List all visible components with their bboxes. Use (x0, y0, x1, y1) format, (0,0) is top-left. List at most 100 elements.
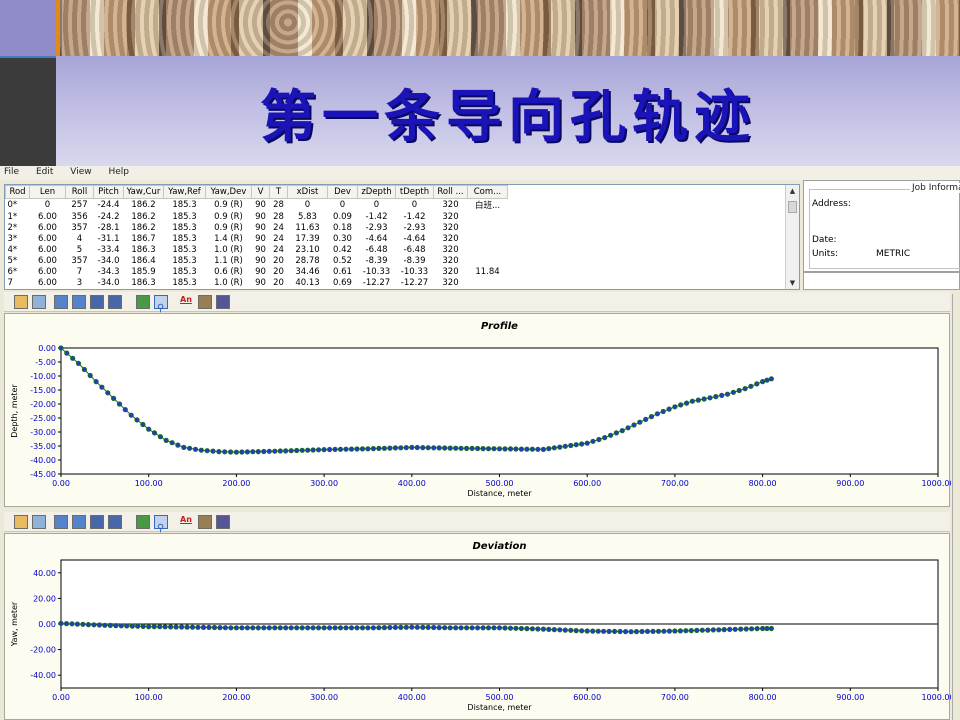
data-point (716, 627, 722, 633)
grid-scrollbar[interactable]: ▲ ▼ (785, 185, 799, 289)
data-point (187, 445, 193, 451)
table-row[interactable]: 6* 6.00 7 -34.3 185.9 185.3 0.6 (R) 90 20 34.46 0.… (6, 266, 508, 277)
data-point (217, 625, 223, 631)
scroll-thumb[interactable] (788, 201, 797, 213)
deviation-chart[interactable]: Deviation 40.00 20.00 0.00 -20.00 -40.00 0.00 1… (5, 534, 951, 720)
folder-open-icon[interactable] (14, 295, 28, 309)
data-point (398, 624, 404, 631)
grid-header-cell[interactable]: Com... (467, 185, 508, 199)
hammer-icon[interactable] (198, 515, 212, 529)
data-point (179, 624, 185, 630)
deviation-toolbar: ⚲ An (4, 512, 950, 534)
zoom-icon[interactable]: ⚲ (154, 515, 168, 534)
data-point (392, 624, 398, 631)
grid-view-icon[interactable] (54, 295, 68, 309)
grid-header-cell[interactable]: xDist (287, 185, 328, 199)
rod-data-grid[interactable]: Rod Len Roll Pitch Yaw,Cur Yaw,Ref Yaw,Dev V TxD… (4, 184, 800, 290)
table-row[interactable]: 1* 6.00 356 -24.2 186.2 185.3 0.9 (R) 90 28 5.83 0… (6, 211, 508, 222)
data-point (392, 445, 398, 451)
grid-cell: 0* (7, 200, 18, 210)
grid-cell: 90 (255, 277, 266, 288)
grid-header-cell[interactable]: Pitch (93, 185, 124, 199)
export-icon[interactable] (136, 515, 150, 529)
profile-chart[interactable]: Profile 0.00 -5.00 -10.00 -15.00 -20.00 -25.00… (5, 314, 951, 508)
grid-cell: 34.46 (295, 266, 320, 277)
grid-view2-icon[interactable] (72, 295, 86, 309)
data-point (672, 628, 678, 634)
grid-header-cell[interactable]: Roll (65, 185, 94, 199)
grid-header-cell[interactable]: Yaw,Dev (205, 185, 252, 199)
data-point (507, 446, 514, 452)
table-row[interactable]: 7 6.00 3 -34.0 186.3 185.3 1.0 (R) 90 20 40.13 0.6… (6, 277, 508, 288)
menu-edit[interactable]: Edit (36, 167, 53, 177)
data-point (105, 390, 111, 396)
data-point (102, 622, 108, 628)
grid-header-cell[interactable]: Len (29, 185, 66, 199)
data-point (381, 625, 387, 631)
grid-header-cell[interactable]: zDepth (357, 185, 396, 199)
data-point (529, 446, 536, 452)
grid-header-cell[interactable]: Dev (327, 185, 358, 199)
data-point (590, 628, 596, 634)
data-point (660, 408, 666, 415)
data-point (118, 623, 124, 629)
data-point (584, 628, 590, 634)
annotate-icon[interactable]: An (180, 515, 194, 529)
grid-header-cell[interactable]: Yaw,Ref (163, 185, 206, 199)
table-row[interactable]: 2* 6.00 357 -28.1 186.2 185.3 0.9 (R) 90 24 11.63… (6, 222, 508, 233)
zoom-icon[interactable]: ⚲ (154, 295, 168, 314)
copy-icon[interactable] (32, 515, 46, 529)
table-row[interactable]: 0* 0 257 -24.4 186.2 185.3 0.9 (R) 90 28 0 0 0 0 320 白… (6, 199, 508, 211)
data-point (694, 627, 700, 634)
grid-view-icon[interactable] (54, 515, 68, 529)
scroll-down-icon[interactable]: ▼ (786, 277, 799, 289)
grid-cell: 185.3 (172, 255, 197, 266)
menu-help[interactable]: Help (108, 167, 129, 177)
grid-view2-icon[interactable] (72, 515, 86, 529)
menu-file[interactable]: File (4, 167, 19, 177)
data-point (162, 624, 168, 630)
table-row[interactable]: 3* 6.00 4 -31.1 186.7 185.3 1.4 (R) 90 24 17.39 0.… (6, 233, 508, 244)
hammer-icon[interactable] (198, 295, 212, 309)
data-point (655, 628, 662, 634)
data-point (707, 395, 713, 401)
table-icon[interactable] (90, 295, 104, 309)
data-point (288, 448, 294, 454)
table2-icon[interactable] (108, 295, 122, 309)
folder-open-icon[interactable] (14, 515, 28, 529)
x-tick-label: 300.00 (310, 693, 338, 702)
table2-icon[interactable] (108, 515, 122, 529)
data-point (540, 626, 547, 632)
grid-cell: 0.09 (333, 211, 352, 222)
table-row[interactable]: 5* 6.00 357 -34.0 186.4 185.3 1.1 (R) 90 20 28.78… (6, 255, 508, 266)
grid-header-cell[interactable]: tDepth (395, 185, 434, 199)
grid-header-cell[interactable]: Yaw,Cur (123, 185, 164, 199)
x-tick-label: 200.00 (222, 479, 250, 488)
data-point (617, 628, 623, 635)
menu-view[interactable]: View (70, 167, 91, 177)
data-point (607, 432, 614, 438)
grid-header-cell[interactable]: T (269, 185, 288, 199)
grid-cell: 6.00 (38, 244, 57, 255)
data-point (200, 624, 207, 631)
binoculars-icon[interactable] (216, 295, 230, 309)
scroll-up-icon[interactable]: ▲ (786, 185, 799, 197)
grid-cell: 185.3 (172, 200, 197, 210)
data-point (546, 626, 552, 633)
binoculars-icon[interactable] (216, 515, 230, 529)
table-row[interactable]: 4* 6.00 5 -33.4 186.3 185.3 1.0 (R) 90 24 23.10 0.… (6, 244, 508, 255)
table-icon[interactable] (90, 515, 104, 529)
data-point (365, 625, 371, 631)
data-point (184, 624, 190, 630)
copy-icon[interactable] (32, 295, 46, 309)
export-icon[interactable] (136, 295, 150, 309)
grid-header-cell[interactable]: V (251, 185, 270, 199)
data-point (272, 448, 278, 454)
rod-table: Rod Len Roll Pitch Yaw,Cur Yaw,Ref Yaw,Dev V TxD… (5, 185, 508, 288)
data-point (754, 626, 760, 632)
grid-cell: 90 (255, 266, 266, 277)
grid-header-cell[interactable]: Rod (5, 185, 30, 199)
grid-header-cell[interactable]: Roll ... (433, 185, 468, 199)
data-point (469, 625, 475, 631)
annotate-icon[interactable]: An (180, 295, 194, 309)
